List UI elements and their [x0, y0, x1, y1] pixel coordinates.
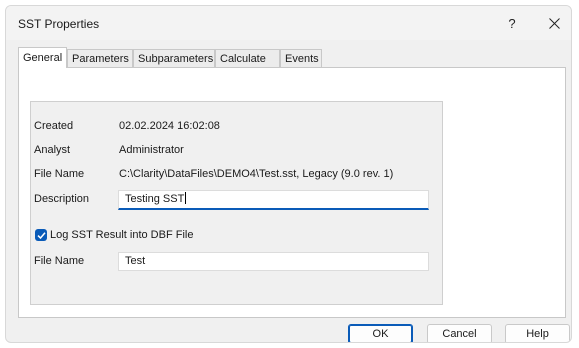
- question-mark-icon: ?: [508, 15, 516, 31]
- file-name-value: C:\Clarity\DataFiles\DEMO4\Test.sst, Leg…: [119, 168, 394, 180]
- dialog-title: SST Properties: [18, 17, 100, 31]
- tab-general[interactable]: General: [18, 47, 67, 68]
- sst-properties-dialog: SST Properties ? General Parameters Subp…: [5, 5, 572, 343]
- description-text: Testing SST: [125, 193, 185, 205]
- text-caret: [185, 192, 187, 204]
- properties-group: Created 02.02.2024 16:02:08 Analyst Admi…: [30, 101, 443, 305]
- help-button[interactable]: Help: [505, 324, 570, 342]
- checkmark-icon: [36, 231, 46, 239]
- close-icon: [548, 17, 560, 29]
- help-question-button[interactable]: ?: [497, 12, 527, 34]
- tab-parameters[interactable]: Parameters: [67, 49, 133, 67]
- cancel-button[interactable]: Cancel: [427, 324, 492, 342]
- description-input[interactable]: Testing SST: [118, 190, 429, 210]
- analyst-value: Administrator: [119, 144, 184, 156]
- close-button[interactable]: [539, 12, 569, 34]
- tab-events[interactable]: Events: [280, 49, 322, 67]
- ok-button[interactable]: OK: [348, 324, 413, 342]
- tab-subparameters[interactable]: Subparameters: [133, 49, 215, 67]
- created-label: Created: [34, 120, 74, 132]
- analyst-label: Analyst: [34, 144, 71, 156]
- general-tab-page: Created 02.02.2024 16:02:08 Analyst Admi…: [18, 67, 566, 318]
- log-dbf-checkbox-label[interactable]: Log SST Result into DBF File: [50, 229, 193, 241]
- title-bar[interactable]: SST Properties ?: [6, 6, 571, 40]
- created-value: 02.02.2024 16:02:08: [119, 120, 220, 132]
- dbf-file-name-input[interactable]: Test: [118, 252, 429, 271]
- description-label: Description: [34, 193, 90, 205]
- dbf-file-name-text: Test: [125, 255, 146, 267]
- dbf-file-name-label: File Name: [34, 255, 85, 267]
- tab-calculate-by[interactable]: Calculate By: [215, 49, 280, 83]
- file-name-label: File Name: [34, 168, 85, 180]
- log-dbf-checkbox[interactable]: [35, 229, 47, 241]
